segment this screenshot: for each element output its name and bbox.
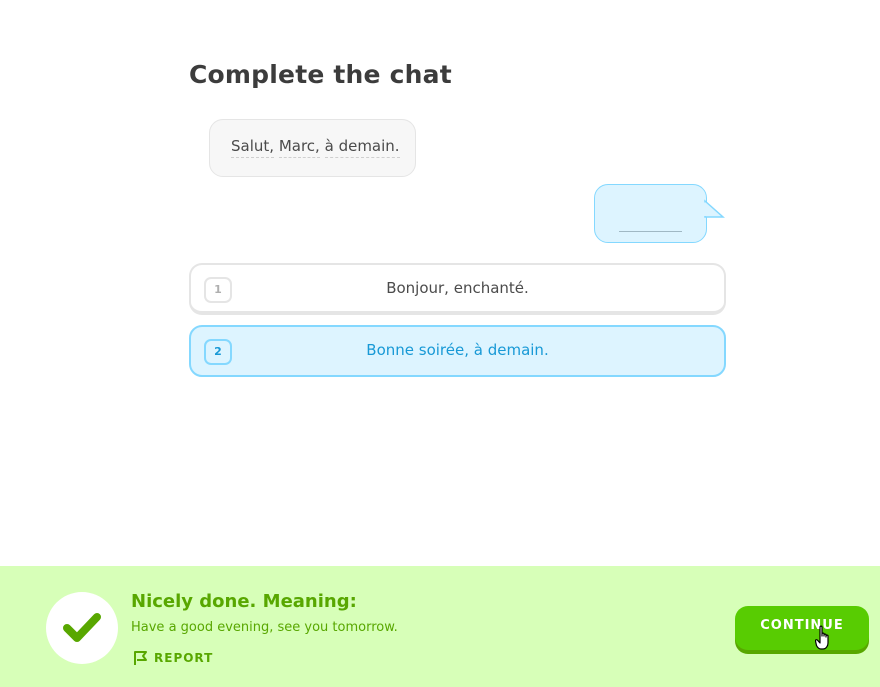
word-token[interactable]: Salut, — [231, 137, 275, 158]
lesson-page: Complete the chat Salut, Marc, à demain.… — [0, 0, 880, 687]
option-1[interactable]: 1 Bonjour, enchanté. — [189, 263, 726, 315]
feedback-footer: Nicely done. Meaning: Have a good evenin… — [0, 566, 880, 687]
report-label: REPORT — [154, 651, 214, 665]
chat-bubble-incoming: Salut, Marc, à demain. — [191, 119, 416, 177]
word-token[interactable]: Marc, — [278, 137, 320, 158]
incoming-message: Salut, Marc, à demain. — [231, 137, 400, 158]
answer-blank — [619, 231, 682, 232]
chat-bubble-answer — [594, 184, 725, 243]
option-label: Bonne soirée, à demain. — [366, 341, 549, 359]
feedback-meaning: Have a good evening, see you tomorrow. — [131, 620, 398, 635]
option-label: Bonjour, enchanté. — [386, 279, 529, 297]
feedback-title: Nicely done. Meaning: — [131, 591, 357, 612]
exercise-title: Complete the chat — [189, 60, 452, 89]
check-icon — [63, 613, 101, 642]
check-badge — [46, 592, 118, 664]
hand-pointer-icon — [815, 625, 829, 650]
option-2[interactable]: 2 Bonne soirée, à demain. — [189, 325, 726, 377]
bubble-tail — [703, 199, 725, 218]
word-token[interactable]: à demain. — [324, 137, 400, 158]
continue-button[interactable]: CONTINUE — [735, 606, 869, 650]
flag-icon — [134, 651, 147, 665]
